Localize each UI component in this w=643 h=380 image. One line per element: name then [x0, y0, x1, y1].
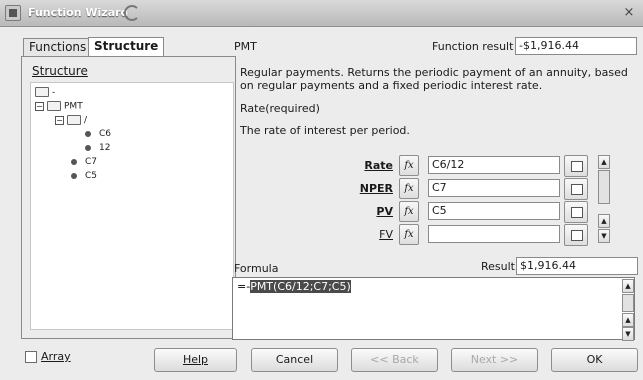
tree-node-label: PMT: [64, 101, 83, 112]
array-label: Array: [41, 350, 71, 363]
tree-node-label: C7: [85, 157, 98, 167]
folder-open-icon: [47, 101, 61, 111]
shrink-button-nper[interactable]: [564, 178, 588, 200]
tab-functions[interactable]: Functions: [23, 38, 93, 56]
bullet-icon: [71, 158, 77, 165]
folder-open-icon: [35, 87, 49, 97]
argument-scrollbar[interactable]: [598, 170, 610, 204]
arg-label-fv: FV: [333, 228, 393, 241]
formula-label: Formula: [234, 262, 279, 275]
formula-text[interactable]: =-PMT(C6/12;C7;C5): [237, 280, 351, 293]
result-label: Result: [481, 260, 515, 273]
tree-node-label: C6: [99, 129, 112, 139]
arg-label-fv-text: FV: [379, 228, 393, 241]
tree-node-label: 12: [99, 143, 111, 153]
arg-label-nper: NPER: [333, 182, 393, 195]
current-argument-description: The rate of interest per period.: [240, 124, 410, 137]
arg-label-pv: PV: [333, 205, 393, 218]
folder-open-icon: [67, 115, 81, 125]
shrink-button-rate[interactable]: [564, 155, 588, 177]
arg-label-rate: Rate: [333, 159, 393, 172]
tree-node[interactable]: C7: [71, 157, 97, 167]
ok-button[interactable]: OK: [551, 348, 638, 372]
scroll-down-arrow[interactable]: ▼: [598, 229, 610, 243]
function-result-value: -$1,916.44: [515, 37, 637, 55]
formula-scroll-up[interactable]: ▲: [622, 279, 634, 293]
structure-label: Structure: [32, 64, 88, 78]
bullet-icon: [71, 172, 77, 179]
scroll-up-arrow[interactable]: ▲: [598, 214, 610, 228]
formula-selection: PMT(C6/12;C7;C5): [250, 280, 351, 293]
app-icon: [5, 5, 21, 21]
collapse-icon[interactable]: −: [35, 101, 44, 111]
arg-label-pv-text: PV: [376, 205, 393, 218]
cancel-button[interactable]: Cancel: [251, 348, 338, 372]
tree-node[interactable]: -: [35, 87, 55, 98]
formula-prefix: =-: [237, 280, 251, 293]
fx-button-nper[interactable]: fx: [399, 178, 419, 199]
help-button-label: Help: [182, 353, 209, 366]
nper-input[interactable]: C7: [428, 179, 560, 197]
shrink-button-pv[interactable]: [564, 201, 588, 223]
bullet-icon: [85, 130, 91, 137]
tree-node[interactable]: C5: [71, 171, 97, 181]
next-button[interactable]: Next >>: [451, 348, 538, 372]
formula-scroll-up-2[interactable]: ▲: [622, 313, 634, 327]
tab-structure[interactable]: Structure: [88, 37, 165, 56]
back-button[interactable]: << Back: [351, 348, 438, 372]
function-name: PMT: [234, 40, 257, 53]
tree-node[interactable]: 12: [85, 143, 110, 153]
tree-node[interactable]: − PMT: [35, 101, 83, 112]
tree-node[interactable]: C6: [85, 129, 111, 139]
shrink-button-fv[interactable]: [564, 224, 588, 246]
swirl-icon: [124, 5, 140, 21]
array-label-text: Array: [41, 350, 71, 363]
pv-input[interactable]: C5: [428, 202, 560, 220]
tree-node-label: -: [52, 87, 56, 98]
title-bar: Function Wizard ×: [0, 0, 643, 27]
close-icon[interactable]: ×: [620, 4, 638, 22]
tree-node[interactable]: − /: [55, 115, 87, 126]
structure-label-text: Structure: [32, 64, 88, 78]
fx-button-rate[interactable]: fx: [399, 155, 419, 176]
formula-editor[interactable]: =-PMT(C6/12;C7;C5): [232, 277, 635, 340]
arg-label-rate-text: Rate: [364, 159, 393, 172]
bullet-icon: [85, 144, 91, 151]
result-value: $1,916.44: [516, 257, 638, 275]
fv-input[interactable]: [428, 225, 560, 243]
structure-tree[interactable]: - − PMT − / C6 12 C7 C5: [30, 82, 234, 330]
scroll-up-arrow[interactable]: ▲: [598, 155, 610, 169]
tree-node-label: C5: [85, 171, 98, 181]
arg-label-nper-text: NPER: [359, 182, 393, 195]
current-argument: Rate(required): [240, 102, 320, 115]
function-result-label: Function result: [432, 40, 514, 53]
help-button[interactable]: Help: [154, 348, 237, 372]
formula-scroll-down[interactable]: ▼: [622, 327, 634, 341]
tree-node-label: /: [84, 115, 88, 126]
window-title: Function Wizard: [28, 6, 129, 19]
function-description: Regular payments. Returns the periodic p…: [240, 66, 628, 92]
fx-button-pv[interactable]: fx: [399, 201, 419, 222]
fx-button-fv[interactable]: fx: [399, 224, 419, 245]
formula-scrollbar[interactable]: [622, 294, 634, 312]
collapse-icon[interactable]: −: [55, 115, 64, 125]
array-checkbox[interactable]: [25, 351, 37, 363]
rate-input[interactable]: C6/12: [428, 156, 560, 174]
